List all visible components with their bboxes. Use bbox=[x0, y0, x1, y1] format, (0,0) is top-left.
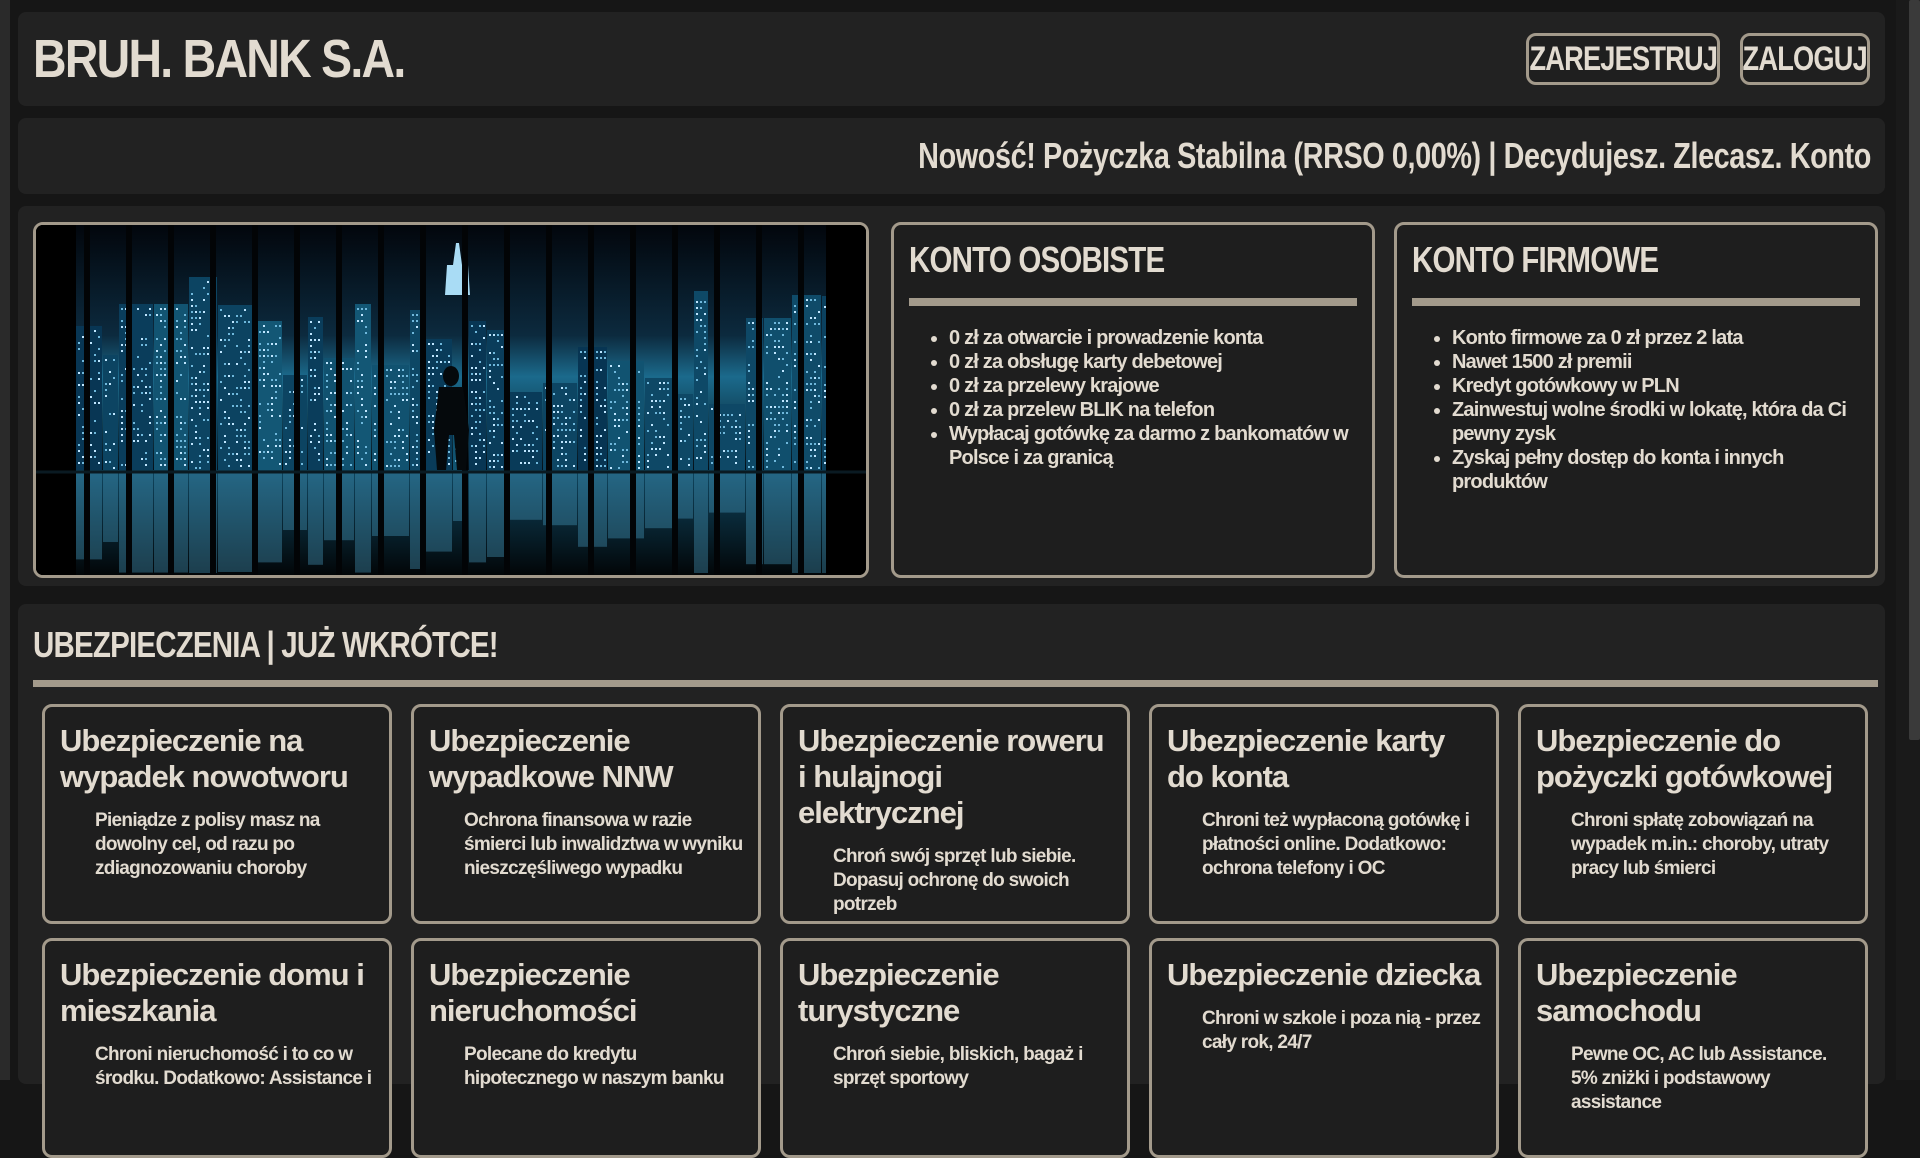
scrollbar-thumb[interactable] bbox=[1909, 0, 1920, 740]
login-label: ZALOGUJ bbox=[1742, 39, 1868, 78]
benefit-item: Konto firmowe za 0 zł przez 2 lata bbox=[1452, 326, 1860, 350]
insurance-grid: Ubezpieczenie na wypadek nowotworu Pieni… bbox=[42, 704, 1872, 1158]
insurance-card-title: Ubezpieczenie na wypadek nowotworu bbox=[60, 723, 349, 794]
insurance-card-title: Ubezpieczenie domu i mieszkania bbox=[60, 957, 365, 1028]
benefit-item: 0 zł za otwarcie i prowadzenie konta bbox=[949, 326, 1357, 350]
insurance-section-title: UBEZPIECZENIA | JUŻ WKRÓTCE! bbox=[33, 624, 499, 665]
site-header: BRUH. BANK S.A. ZAREJESTRUJ ZALOGUJ bbox=[18, 12, 1885, 106]
insurance-card-description: Chroń siebie, bliskich, bagaż i sprzęt s… bbox=[833, 1044, 1083, 1089]
insurance-card-title: Ubezpieczenie nieruchomości bbox=[429, 957, 638, 1028]
business-account-card[interactable]: KONTO FIRMOWE Konto firmowe za 0 zł prze… bbox=[1394, 222, 1878, 578]
insurance-card-title: Ubezpieczenie turystyczne bbox=[798, 957, 1000, 1028]
bank-logo[interactable]: BRUH. BANK S.A. bbox=[33, 28, 406, 90]
insurance-card[interactable]: Ubezpieczenie domu i mieszkania Chroni n… bbox=[42, 938, 392, 1158]
insurance-card[interactable]: Ubezpieczenie nieruchomości Polecane do … bbox=[411, 938, 761, 1158]
insurance-card[interactable]: Ubezpieczenie wypadkowe NNW Ochrona fina… bbox=[411, 704, 761, 924]
insurance-card-description: Chroni w szkole i poza nią - przez cały … bbox=[1202, 1008, 1481, 1053]
benefit-item: 0 zł za przelewy krajowe bbox=[949, 374, 1357, 398]
insurance-card[interactable]: Ubezpieczenie dziecka Chroni w szkole i … bbox=[1149, 938, 1499, 1158]
news-ticker: Nowość! Pożyczka Stabilna (RRSO 0,00%) |… bbox=[18, 118, 1885, 194]
insurance-card[interactable]: Ubezpieczenie do pożyczki gotówkowej Chr… bbox=[1518, 704, 1868, 924]
city-skyline-night-image bbox=[36, 225, 866, 575]
benefit-item: Nawet 1500 zł premii bbox=[1452, 350, 1860, 374]
insurance-card-description: Ochrona finansowa w razie śmierci lub in… bbox=[464, 810, 743, 879]
insurance-card-title: Ubezpieczenie samochodu bbox=[1536, 957, 1738, 1028]
ticker-text[interactable]: Nowość! Pożyczka Stabilna (RRSO 0,00%) |… bbox=[918, 118, 1871, 194]
insurance-card-description: Chroni spłatę zobowiązań na wypadek m.in… bbox=[1571, 810, 1829, 879]
insurance-card-description: Chroni nieruchomość i to co w środku. Do… bbox=[95, 1044, 372, 1089]
business-account-title: KONTO FIRMOWE bbox=[1412, 239, 1659, 280]
hero-banner-image bbox=[33, 222, 869, 578]
insurance-card-title: Ubezpieczenie roweru i hulajnogi elektry… bbox=[798, 723, 1105, 830]
insurance-card[interactable]: Ubezpieczenie samochodu Pewne OC, AC lub… bbox=[1518, 938, 1868, 1158]
benefit-item: 0 zł za obsługę karty debetowej bbox=[949, 350, 1357, 374]
insurance-card-title: Ubezpieczenie wypadkowe NNW bbox=[429, 723, 674, 794]
insurance-card[interactable]: Ubezpieczenie roweru i hulajnogi elektry… bbox=[780, 704, 1130, 924]
auth-buttons: ZAREJESTRUJ ZALOGUJ bbox=[1526, 33, 1870, 85]
benefit-item: Kredyt gotówkowy w PLN bbox=[1452, 374, 1860, 398]
personal-account-title: KONTO OSOBISTE bbox=[909, 239, 1165, 280]
business-account-benefits: Konto firmowe za 0 zł przez 2 lata Nawet… bbox=[1412, 326, 1860, 494]
benefit-item: 0 zł za przelew BLIK na telefon bbox=[949, 398, 1357, 422]
benefit-item: Zyskaj pełny dostęp do konta i innych pr… bbox=[1452, 446, 1860, 494]
feature-section: KONTO OSOBISTE 0 zł za otwarcie i prowad… bbox=[18, 206, 1885, 586]
register-button[interactable]: ZAREJESTRUJ bbox=[1526, 33, 1720, 85]
insurance-card-description: Polecane do kredytu hipotecznego w naszy… bbox=[464, 1044, 725, 1089]
insurance-card[interactable]: Ubezpieczenie na wypadek nowotworu Pieni… bbox=[42, 704, 392, 924]
login-button[interactable]: ZALOGUJ bbox=[1740, 33, 1870, 85]
insurance-card-description: Pewne OC, AC lub Assistance. 5% zniżki i… bbox=[1571, 1044, 1827, 1113]
divider bbox=[33, 680, 1878, 687]
ticker-mask bbox=[1871, 118, 1885, 194]
insurance-card-title: Ubezpieczenie karty do konta bbox=[1167, 723, 1445, 794]
register-label: ZAREJESTRUJ bbox=[1529, 39, 1717, 78]
benefit-item: Wypłacaj gotówkę za darmo z bankomatów w… bbox=[949, 422, 1357, 470]
insurance-card-title: Ubezpieczenie dziecka bbox=[1167, 957, 1481, 992]
insurance-card-description: Chroni też wypłaconą gotówkę i płatności… bbox=[1202, 810, 1470, 879]
divider bbox=[1412, 298, 1860, 306]
insurance-card-title: Ubezpieczenie do pożyczki gotówkowej bbox=[1536, 723, 1833, 794]
window-edge bbox=[0, 0, 10, 1080]
insurance-section: UBEZPIECZENIA | JUŻ WKRÓTCE! Ubezpieczen… bbox=[18, 604, 1885, 1158]
insurance-card[interactable]: Ubezpieczenie karty do konta Chroni też … bbox=[1149, 704, 1499, 924]
insurance-card-description: Chroń swój sprzęt lub siebie. Dopasuj oc… bbox=[833, 846, 1076, 915]
personal-account-benefits: 0 zł za otwarcie i prowadzenie konta 0 z… bbox=[909, 326, 1357, 470]
insurance-card-description: Pieniądze z polisy masz na dowolny cel, … bbox=[95, 810, 320, 879]
divider bbox=[909, 298, 1357, 306]
personal-account-card[interactable]: KONTO OSOBISTE 0 zł za otwarcie i prowad… bbox=[891, 222, 1375, 578]
benefit-item: Zainwestuj wolne środki w lokatę, która … bbox=[1452, 398, 1860, 446]
insurance-card[interactable]: Ubezpieczenie turystyczne Chroń siebie, … bbox=[780, 938, 1130, 1158]
